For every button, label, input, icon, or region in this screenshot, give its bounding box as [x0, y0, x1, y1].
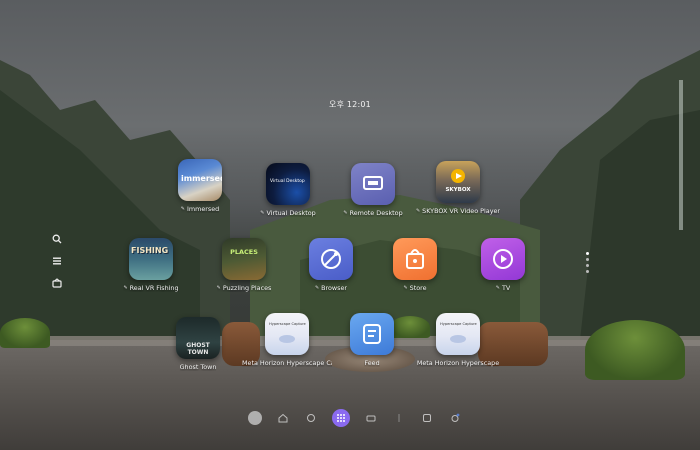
pin-icon: ✎ — [123, 285, 128, 291]
app-tv[interactable]: ✎ TV — [455, 238, 551, 292]
settings-icon[interactable] — [420, 411, 434, 425]
list-icon[interactable] — [51, 255, 63, 267]
app-puzzling-places[interactable]: PLACES ✎ Puzzling Places — [196, 238, 292, 292]
app-label-text: Puzzling Places — [222, 284, 272, 292]
app-remote-desktop[interactable]: ✎ Remote Desktop — [325, 163, 421, 217]
pin-icon: ✎ — [260, 210, 265, 216]
app-label: ✎ Virtual Desktop — [260, 209, 315, 217]
app-skybox[interactable]: SKYBOX ✎ SKYBOX VR Video Player — [410, 161, 506, 215]
disc-graphic — [279, 335, 295, 343]
remote-desktop-icon[interactable] — [351, 163, 395, 205]
app-label-text: SKYBOX VR Video Player — [422, 207, 501, 215]
apps-grid-icon[interactable] — [332, 409, 350, 427]
library-icon[interactable] — [51, 277, 63, 289]
pin-icon: ✎ — [343, 210, 348, 216]
plant-right — [585, 320, 685, 380]
plant-left — [0, 318, 50, 348]
app-label-text: Remote Desktop — [349, 209, 403, 217]
app-label: ✎ Puzzling Places — [217, 284, 272, 292]
app-hyperscape[interactable]: Hyperscape Capture Meta Horizon Hypersca… — [410, 313, 506, 367]
page-dot[interactable] — [586, 252, 589, 255]
camera-icon[interactable] — [364, 411, 378, 425]
people-icon[interactable] — [304, 411, 318, 425]
home-icon[interactable] — [276, 411, 290, 425]
tile-text: Hyperscape Capture — [269, 322, 306, 326]
app-label: ✎ Immersed — [181, 205, 219, 213]
app-immersed[interactable]: immersed ✎ Immersed — [152, 159, 248, 213]
puzzling-places-icon[interactable]: PLACES — [222, 238, 266, 280]
feed-icon[interactable] — [350, 313, 394, 355]
ghost-town-icon[interactable]: GHOST TOWN — [176, 317, 220, 359]
pin-icon: ✎ — [495, 285, 500, 291]
universal-menu-dock — [248, 408, 462, 428]
app-label: ✎ Browser — [315, 284, 347, 292]
app-virtual-desktop[interactable]: Virtual Desktop ✎ Virtual Desktop — [240, 163, 336, 217]
app-hyperscape-capture[interactable]: Hyperscape Capture Meta Horizon Hypersca… — [239, 313, 335, 367]
play-icon — [451, 169, 465, 183]
app-label-text: Meta Horizon Hyperscape — [416, 359, 500, 367]
app-label: Feed — [364, 359, 379, 367]
virtual-desktop-icon[interactable]: Virtual Desktop — [266, 163, 310, 205]
app-label-text: Browser — [321, 284, 348, 292]
notifications-icon[interactable] — [448, 411, 462, 425]
app-label-text: Feed — [364, 359, 380, 367]
divider-icon — [392, 411, 406, 425]
app-label: Meta Horizon Hyperscape Capture — [242, 359, 332, 367]
app-label: ✎ SKYBOX VR Video Player — [416, 207, 500, 215]
app-label-text: Virtual Desktop — [266, 209, 316, 217]
app-label: Meta Horizon Hyperscape — [417, 359, 499, 367]
hyperscape-icon[interactable]: Hyperscape Capture — [436, 313, 480, 355]
app-label: ✎ Store — [403, 284, 426, 292]
search-icon[interactable] — [51, 233, 63, 245]
page-dot[interactable] — [586, 264, 589, 267]
app-label-text: TV — [501, 284, 511, 292]
left-rail — [50, 233, 64, 289]
tv-icon[interactable] — [481, 238, 525, 280]
app-label-text: Meta Horizon Hyperscape Capture — [242, 359, 332, 367]
app-feed[interactable]: Feed — [324, 313, 420, 367]
tile-text: PLACES — [230, 248, 258, 256]
app-label-text: Store — [409, 284, 427, 292]
app-label: ✎ TV — [496, 284, 510, 292]
tile-text: SKYBOX — [445, 187, 471, 193]
tile-text: Hyperscape Capture — [440, 322, 477, 326]
app-ghost-town[interactable]: GHOST TOWN Ghost Town — [150, 317, 246, 371]
app-label: ✎ Real VR Fishing — [123, 284, 178, 292]
app-label: ✎ Remote Desktop — [343, 209, 402, 217]
tile-text: GHOST TOWN — [186, 342, 210, 356]
app-label-text: Real VR Fishing — [129, 284, 179, 292]
pin-icon: ✎ — [403, 285, 408, 291]
page-indicator[interactable] — [586, 252, 589, 273]
vr-environment-background — [0, 0, 700, 450]
tile-text: FISHING — [131, 246, 169, 255]
immersed-icon[interactable]: immersed — [178, 159, 222, 201]
app-browser[interactable]: ✎ Browser — [283, 238, 379, 292]
tile-text: Virtual Desktop — [270, 179, 305, 184]
avatar-icon[interactable] — [248, 411, 262, 425]
browser-icon[interactable] — [309, 238, 353, 280]
pin-icon: ✎ — [180, 206, 185, 212]
app-real-vr-fishing[interactable]: FISHING ✎ Real VR Fishing — [103, 238, 199, 292]
pin-icon: ✎ — [216, 285, 221, 291]
skybox-icon[interactable]: SKYBOX — [436, 161, 480, 203]
store-icon[interactable] — [393, 238, 437, 280]
pin-icon: ✎ — [314, 285, 320, 291]
app-label-text: Ghost Town — [179, 363, 217, 371]
fishing-icon[interactable]: FISHING — [129, 238, 173, 280]
page-dot[interactable] — [586, 258, 589, 261]
pin-icon: ✎ — [415, 208, 421, 214]
app-label-text: Immersed — [186, 205, 220, 213]
disc-graphic — [450, 335, 466, 343]
tile-text: immersed — [181, 174, 222, 183]
system-clock: 오후 12:01 — [329, 100, 371, 109]
app-store[interactable]: ✎ Store — [367, 238, 463, 292]
app-label: Ghost Town — [180, 363, 217, 371]
hyperscape-capture-icon[interactable]: Hyperscape Capture — [265, 313, 309, 355]
page-dot[interactable] — [586, 270, 589, 273]
